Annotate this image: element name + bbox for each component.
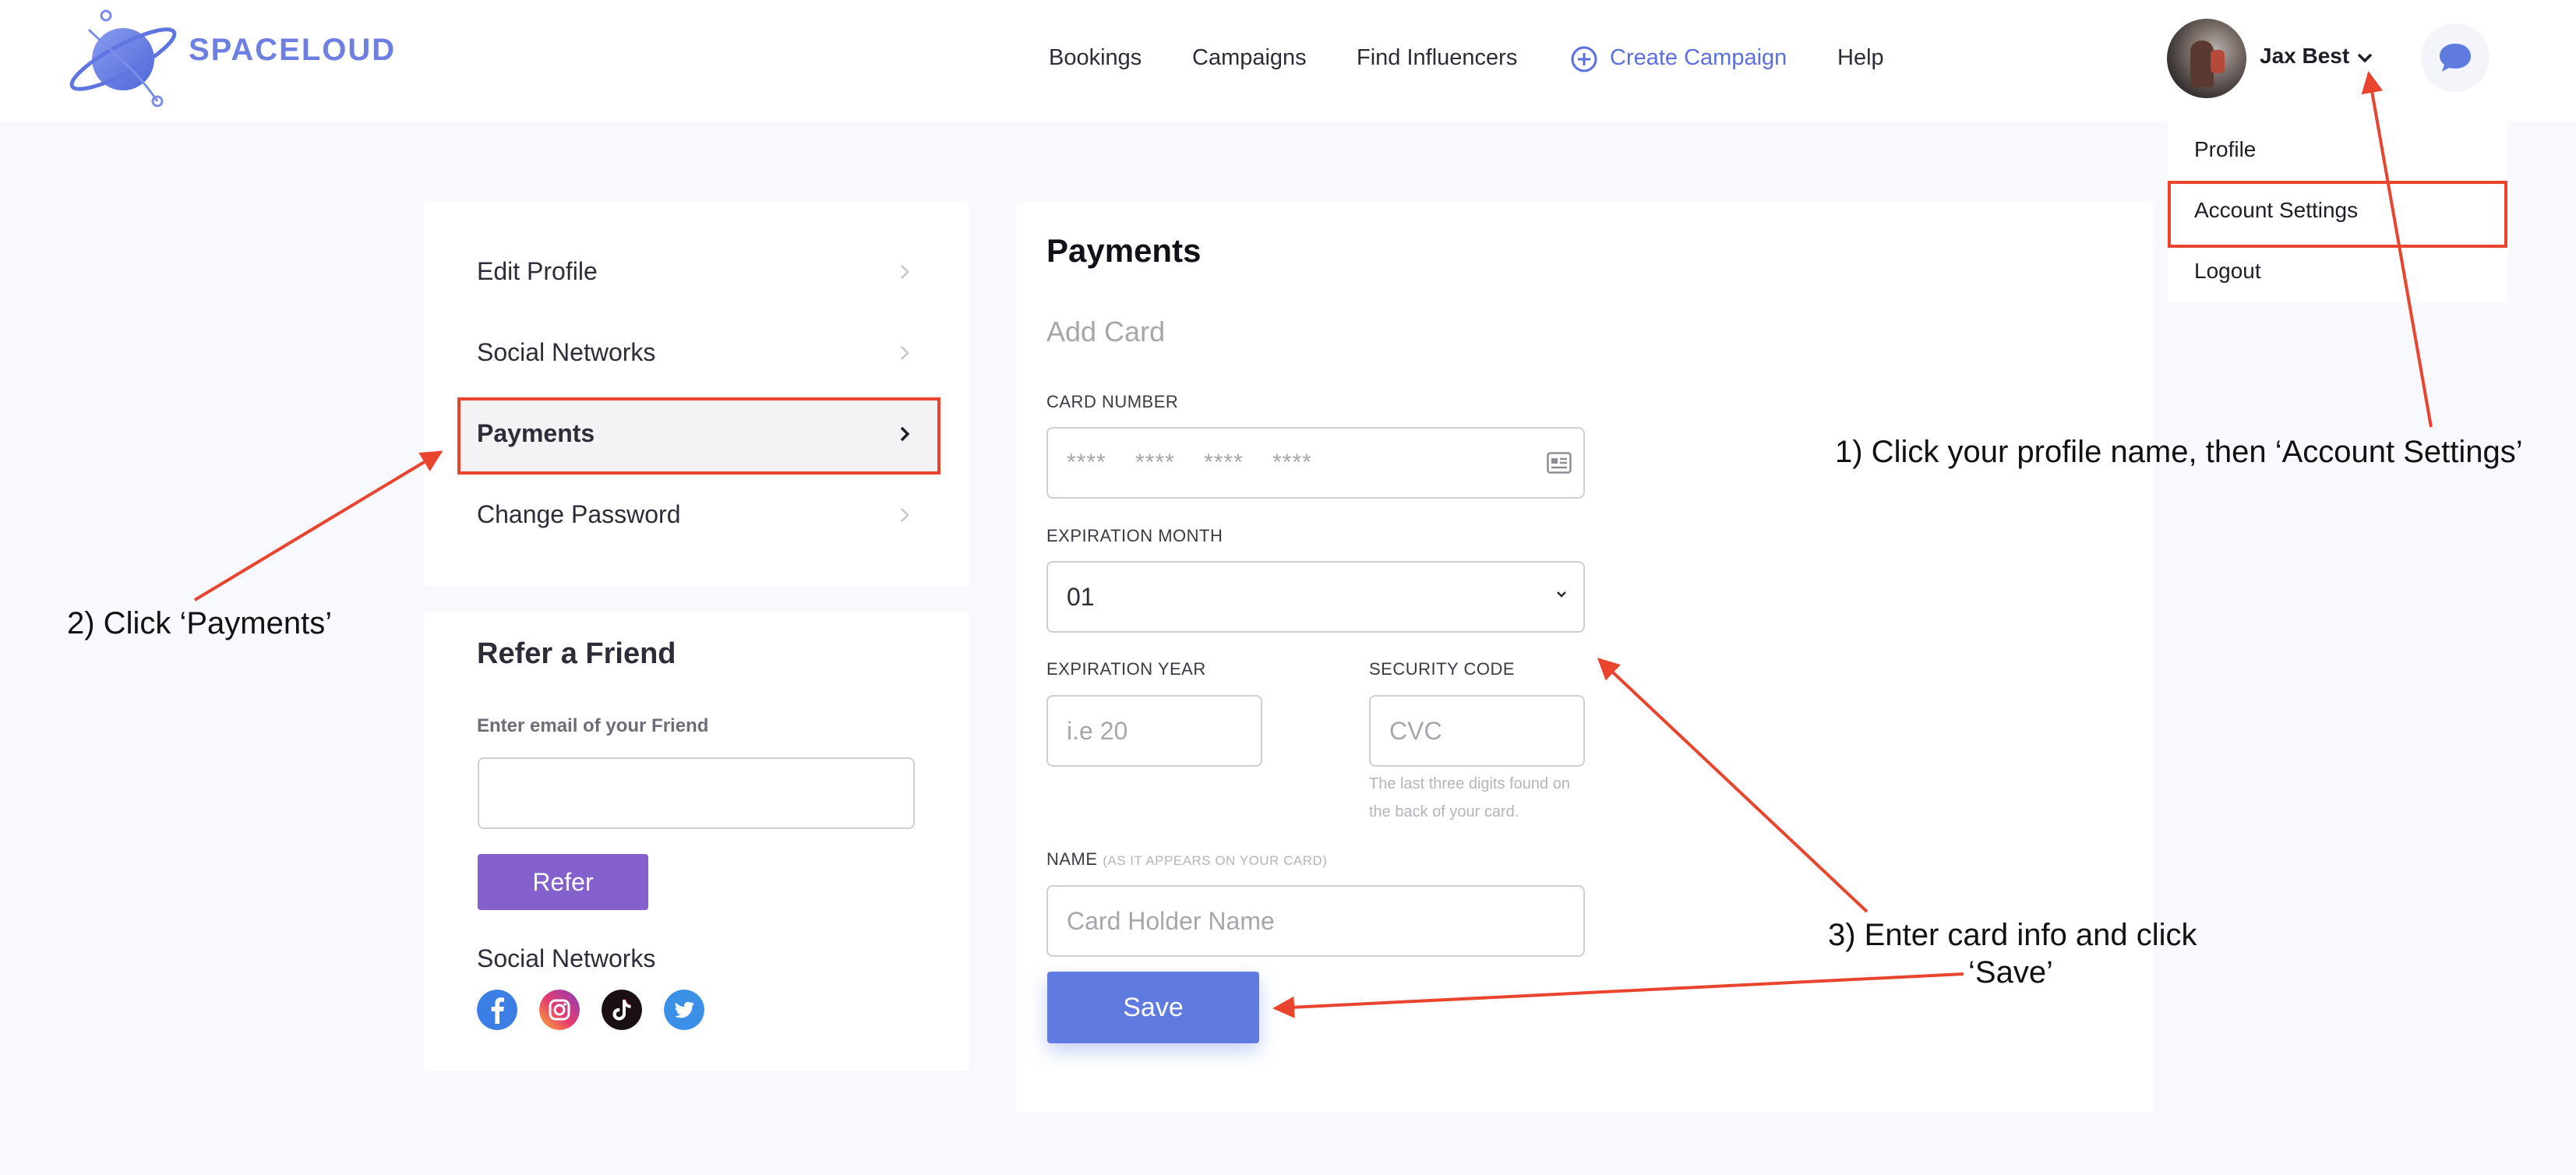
chevron-right-icon bbox=[901, 346, 909, 360]
id-card-icon bbox=[1547, 452, 1572, 474]
sidebar-item-social-networks[interactable]: Social Networks bbox=[477, 338, 655, 367]
security-code-label: SECURITY CODE bbox=[1369, 659, 1516, 679]
card-number-input[interactable] bbox=[1046, 427, 1585, 499]
menu-item-logout[interactable]: Logout bbox=[2194, 259, 2261, 284]
add-card-subtitle: Add Card bbox=[1046, 316, 1166, 348]
highlight-account-settings bbox=[2168, 181, 2507, 248]
card-number-label: CARD NUMBER bbox=[1046, 392, 1179, 411]
instagram-icon[interactable] bbox=[539, 990, 580, 1030]
nav-create-campaign[interactable]: Create Campaign bbox=[1610, 45, 1787, 71]
chevron-down-icon[interactable] bbox=[2355, 48, 2374, 67]
social-networks-label: Social Networks bbox=[477, 944, 656, 972]
tiktok-icon[interactable] bbox=[602, 990, 642, 1030]
brand-name[interactable]: SPACELOUD bbox=[189, 33, 396, 68]
refer-button[interactable]: Refer bbox=[478, 854, 648, 910]
plus-circle-icon[interactable] bbox=[1570, 45, 1598, 73]
annotation-step-3-line-1: 3) Enter card info and click bbox=[1828, 918, 2197, 952]
card-name-label-text: NAME bbox=[1046, 849, 1098, 869]
save-button[interactable]: Save bbox=[1047, 972, 1259, 1043]
sidebar-item-change-password[interactable]: Change Password bbox=[477, 500, 680, 529]
refer-email-input[interactable] bbox=[478, 757, 915, 829]
chat-bubble-icon bbox=[2440, 44, 2471, 72]
card-holder-name-input[interactable] bbox=[1046, 885, 1585, 957]
refer-email-label: Enter email of your Friend bbox=[477, 715, 709, 736]
chat-button[interactable] bbox=[2421, 23, 2490, 92]
annotation-step-2: 2) Click ‘Payments’ bbox=[67, 606, 333, 640]
user-name[interactable]: Jax Best bbox=[2260, 44, 2349, 69]
card-name-label: NAME (AS IT APPEARS ON YOUR CARD) bbox=[1046, 849, 1327, 870]
sidebar-item-edit-profile[interactable]: Edit Profile bbox=[477, 257, 598, 286]
nav-help[interactable]: Help bbox=[1837, 45, 1884, 71]
nav-bookings[interactable]: Bookings bbox=[1049, 45, 1142, 71]
security-code-input[interactable] bbox=[1369, 695, 1585, 767]
facebook-icon[interactable] bbox=[477, 990, 517, 1030]
expiration-year-input[interactable] bbox=[1046, 695, 1262, 767]
chevron-right-icon bbox=[901, 265, 909, 279]
annotation-step-1: 1) Click your profile name, then ‘Accoun… bbox=[1835, 435, 2523, 469]
chevron-right-icon bbox=[901, 508, 909, 522]
nav-campaigns[interactable]: Campaigns bbox=[1192, 45, 1307, 71]
annotation-step-3-line-2: ‘Save’ bbox=[1968, 955, 2053, 990]
refer-title: Refer a Friend bbox=[477, 637, 676, 670]
avatar[interactable] bbox=[2167, 19, 2246, 98]
highlight-payments bbox=[457, 397, 940, 475]
security-code-hint: The last three digits found on the back … bbox=[1369, 775, 1570, 820]
expiration-month-label: EXPIRATION MONTH bbox=[1046, 526, 1223, 545]
nav-find-influencers[interactable]: Find Influencers bbox=[1357, 45, 1517, 71]
expiration-year-label: EXPIRATION YEAR bbox=[1046, 659, 1206, 679]
expiration-month-select[interactable]: 01 bbox=[1046, 561, 1585, 633]
twitter-icon[interactable] bbox=[664, 990, 704, 1030]
payments-title: Payments bbox=[1046, 232, 1202, 269]
top-header: SPACELOUD Bookings Campaigns Find Influe… bbox=[0, 0, 2576, 122]
menu-item-profile[interactable]: Profile bbox=[2194, 137, 2256, 162]
card-name-sublabel: (AS IT APPEARS ON YOUR CARD) bbox=[1103, 853, 1328, 868]
planet-logo-icon[interactable] bbox=[65, 6, 182, 108]
arrow-to-payments bbox=[193, 450, 443, 602]
